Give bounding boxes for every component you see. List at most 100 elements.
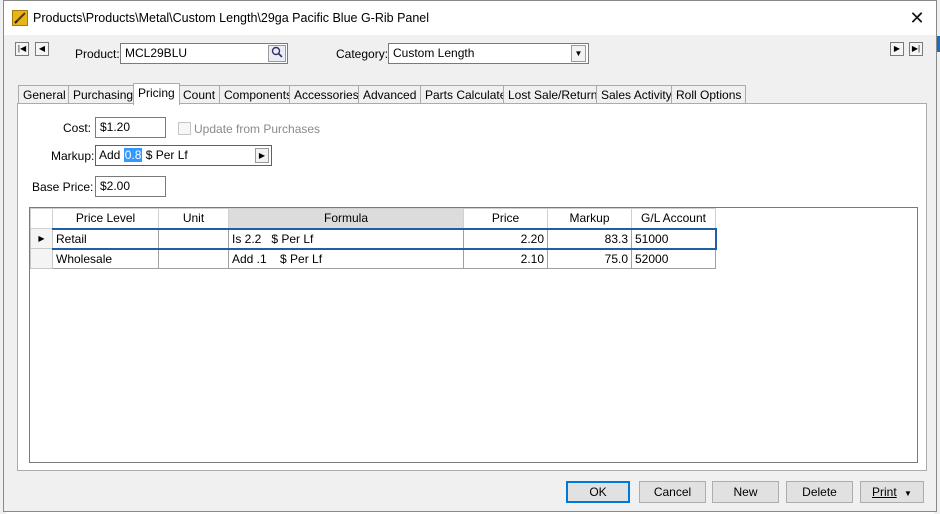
cost-label: Cost: [63,121,92,135]
table-row[interactable]: ▶ Retail Is 2.2 $ Per Lf 2.20 83.3 51000 [30,227,717,250]
tab-components[interactable]: Components [219,85,298,104]
price-level-grid[interactable]: Price Level Unit Formula Price Markup G/… [29,207,918,463]
tab-label: Accessories [294,88,359,102]
column-header-price[interactable]: Price [463,208,548,229]
cell-gl-account[interactable]: 52000 [631,248,716,269]
row-pointer-icon: ▶ [38,234,45,243]
tab-label: Sales Activity [601,88,672,102]
window-title: Products\Products\Metal\Custom Length\29… [33,11,430,25]
tab-purchasing[interactable]: Purchasing [68,85,139,104]
first-record-button[interactable]: |◀ [15,42,29,56]
column-label: Formula [323,211,368,226]
tab-sales-activity[interactable]: Sales Activity [596,85,677,104]
column-header-unit[interactable]: Unit [158,208,229,229]
tab-label: Purchasing [73,88,134,102]
grid-header-row: Price Level Unit Formula Price Markup G/… [30,208,716,229]
previous-record-icon: ◀ [38,44,46,53]
column-label: Price Level [75,211,136,226]
product-input[interactable]: MCL29BLU [120,43,288,64]
category-value: Custom Length [393,46,475,60]
category-select[interactable]: Custom Length [388,43,589,64]
next-record-button[interactable]: ▶ [890,42,904,56]
category-label: Category: [336,47,389,61]
tab-parts-calculate[interactable]: Parts Calculate [420,85,512,104]
ok-label: OK [589,485,607,499]
cell-markup[interactable]: 75.0 [547,248,632,269]
previous-record-button[interactable]: ◀ [35,42,49,56]
table-row[interactable]: Wholesale Add .1 $ Per Lf 2.10 75.0 5200… [30,248,716,269]
cancel-button[interactable]: Cancel [639,481,706,503]
close-icon: ✕ [909,7,925,28]
delete-label: Delete [802,485,837,499]
cell-gl-account[interactable]: 51000 [631,227,717,250]
column-header-gl-account[interactable]: G/L Account [631,208,716,229]
cell-price[interactable]: 2.10 [463,248,548,269]
markup-suffix: $ Per Lf [145,148,188,162]
cell-price[interactable]: 2.20 [463,227,548,250]
chevron-right-icon: ▶ [258,151,266,160]
tab-label: Components [224,88,293,102]
column-header-formula[interactable]: Formula [228,208,464,229]
tab-count[interactable]: Count [178,85,221,104]
tab-label: General [23,88,66,102]
delete-button[interactable]: Delete [786,481,853,503]
column-header-markup[interactable]: Markup [547,208,632,229]
tab-advanced[interactable]: Advanced [358,85,422,104]
column-label: Unit [182,211,205,226]
markup-label: Markup: [51,149,95,163]
tab-label: Roll Options [676,88,742,102]
cost-input[interactable]: $1.20 [95,117,166,138]
print-button[interactable]: Print ▼ [860,481,924,503]
product-lookup-button[interactable] [268,45,286,62]
tab-roll-options[interactable]: Roll Options [671,85,747,104]
chevron-down-icon: ▼ [574,49,583,58]
cell-formula[interactable]: Add .1 $ Per Lf [228,248,464,269]
last-record-icon: ▶| [911,44,921,53]
markup-prefix: Add [99,148,121,162]
row-selector[interactable]: ▶ [30,228,53,249]
column-label: Price [491,211,520,226]
product-value: MCL29BLU [125,46,188,60]
tab-general[interactable]: General [18,85,71,104]
first-record-icon: |◀ [17,44,27,53]
markup-value-selected[interactable]: 0.8 [123,148,143,162]
ok-button[interactable]: OK [566,481,630,503]
title-bar[interactable]: Products\Products\Metal\Custom Length\29… [4,1,936,35]
column-label: G/L Account [641,211,706,226]
cost-value: $1.20 [100,120,131,134]
base-price-value: $2.00 [100,179,131,193]
tab-pricing[interactable]: Pricing [133,83,180,105]
pencil-ruler-icon [12,10,28,26]
dropdown-arrow-icon: ▼ [904,489,912,498]
markup-input[interactable]: Add 0.8 $ Per Lf ▶ [95,145,272,166]
cell-unit[interactable] [158,248,229,269]
price-level-table: Price Level Unit Formula Price Markup G/… [30,208,717,269]
row-selector[interactable] [30,248,53,269]
tab-accessories[interactable]: Accessories [289,85,364,104]
tab-label: Pricing [138,86,175,100]
update-from-purchases-label: Update from Purchases [194,122,321,136]
pricing-panel: Cost: $1.20 Update from Purchases Markup… [17,103,927,471]
category-dropdown-button[interactable]: ▼ [571,45,586,62]
last-record-button[interactable]: ▶| [909,42,923,56]
tab-label: Parts Calculate [425,88,507,102]
product-label: Product: [75,47,120,61]
tab-lost-sale-return[interactable]: Lost Sale/Return [503,85,603,104]
cell-price-level[interactable]: Retail [52,227,159,250]
cell-unit[interactable] [158,227,229,250]
cell-markup[interactable]: 83.3 [547,227,632,250]
next-record-icon: ▶ [893,44,901,53]
close-button[interactable]: ✕ [898,1,936,35]
base-price-label: Base Price: [32,180,94,194]
new-label: New [733,485,758,499]
column-label: Markup [569,211,610,226]
base-price-input[interactable]: $2.00 [95,176,166,197]
cell-price-level[interactable]: Wholesale [52,248,159,269]
column-header-price-level[interactable]: Price Level [52,208,159,229]
cell-formula[interactable]: Is 2.2 $ Per Lf [228,227,464,250]
product-dialog: Products\Products\Metal\Custom Length\29… [3,0,937,512]
markup-menu-button[interactable]: ▶ [255,148,269,163]
new-button[interactable]: New [712,481,779,503]
print-label: Print [872,485,897,499]
update-from-purchases-checkbox[interactable] [178,122,191,135]
